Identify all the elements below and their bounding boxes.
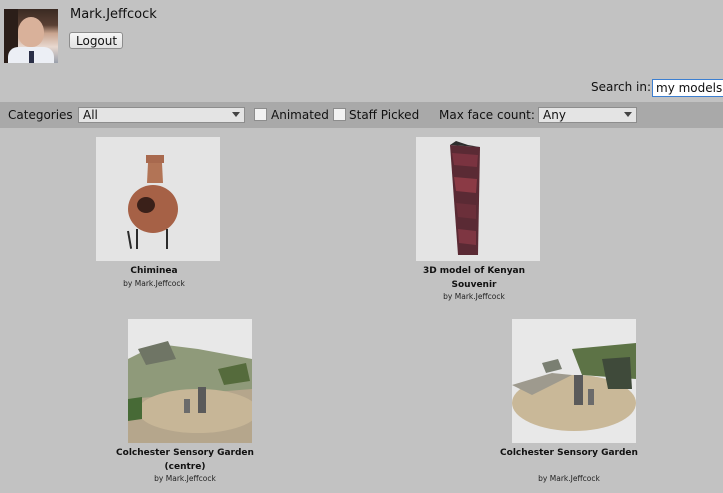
model-thumbnail-chiminea[interactable] — [96, 137, 220, 261]
model-author: by Mark.Jeffcock — [154, 474, 216, 483]
logout-button[interactable]: Logout — [69, 32, 123, 49]
animated-checkbox[interactable] — [254, 108, 267, 121]
model-title[interactable]: Colchester Sensory Garden (centre) — [115, 446, 255, 474]
search-input[interactable]: my models — [652, 79, 723, 97]
chevron-down-icon — [624, 112, 632, 117]
model-thumbnail-kenyan-souvenir[interactable] — [416, 137, 540, 261]
max-face-count-value: Any — [543, 108, 566, 122]
chevron-down-icon — [232, 112, 240, 117]
categories-select[interactable]: All — [78, 107, 245, 123]
animated-label: Animated — [271, 108, 329, 122]
filter-bar: Categories All Animated Staff Picked Max… — [0, 102, 723, 128]
categories-label: Categories — [8, 108, 73, 122]
model-thumbnail-sensory-garden-centre[interactable] — [128, 319, 258, 443]
model-author: by Mark.Jeffcock — [443, 292, 505, 301]
username: Mark.Jeffcock — [70, 7, 157, 22]
staff-picked-label: Staff Picked — [349, 108, 420, 122]
max-face-count-select[interactable]: Any — [538, 107, 637, 123]
model-title[interactable]: Chiminea — [84, 264, 224, 278]
staff-picked-checkbox[interactable] — [333, 108, 346, 121]
model-author: by Mark.Jeffcock — [123, 279, 185, 288]
max-face-count-label: Max face count: — [439, 108, 535, 122]
model-title[interactable]: 3D model of Kenyan Souvenir — [404, 264, 544, 292]
model-title[interactable]: Colchester Sensory Garden — [499, 446, 639, 460]
search-label: Search in: — [591, 80, 652, 94]
model-author: by Mark.Jeffcock — [538, 474, 600, 483]
model-thumbnail-sensory-garden[interactable] — [512, 319, 636, 443]
user-avatar — [4, 9, 58, 63]
categories-select-value: All — [83, 108, 98, 122]
